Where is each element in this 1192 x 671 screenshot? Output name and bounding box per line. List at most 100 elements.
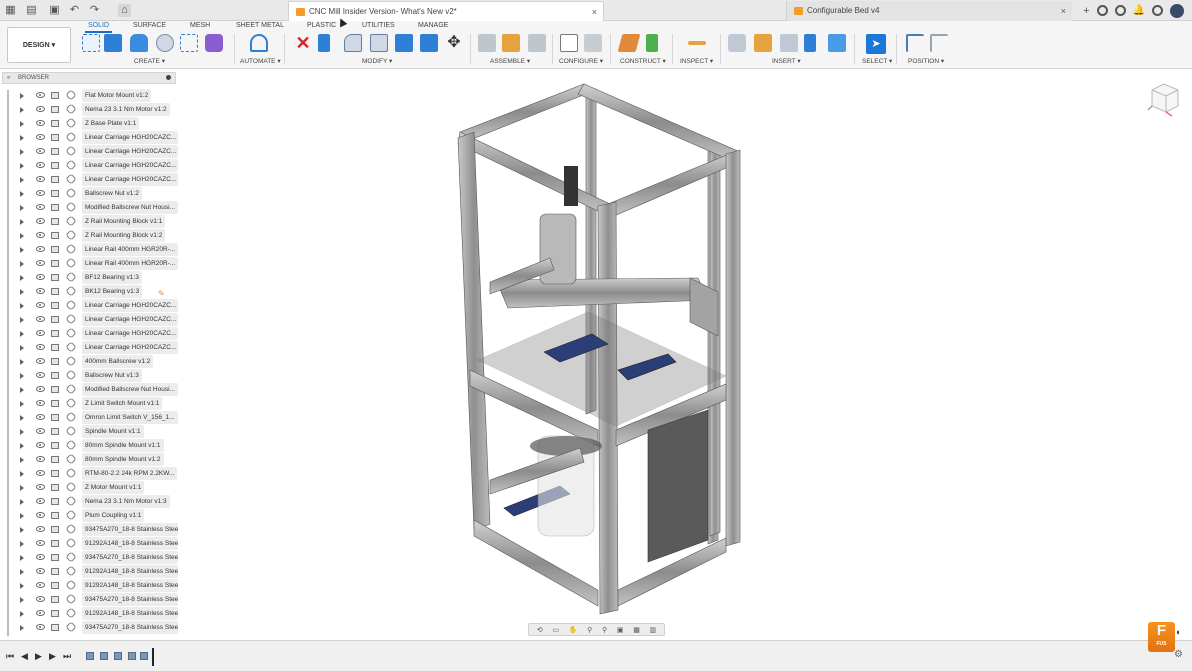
browser-item-label[interactable]: Omron Limit Switch V_156_1... [82, 411, 178, 424]
browser-item-label[interactable]: RTM-80-2.2 24k RPM 2.2KW... [82, 467, 178, 480]
expand-arrow-icon[interactable] [20, 107, 24, 113]
visibility-eye-icon[interactable] [36, 260, 45, 266]
browser-item[interactable]: Linear Carriage HGH20CAZC... [20, 159, 178, 172]
visibility-eye-icon[interactable] [36, 554, 45, 560]
browser-item[interactable]: Ballscrew Nut v1:2 [20, 187, 178, 200]
expand-arrow-icon[interactable] [20, 303, 24, 309]
visibility-eye-icon[interactable] [36, 386, 45, 392]
browser-item-label[interactable]: Spindle Mount v1:1 [82, 425, 144, 438]
browser-item[interactable]: Spindle Mount v1:1 [20, 425, 178, 438]
new-component-icon[interactable] [478, 34, 496, 52]
browser-item-label[interactable]: Linear Carriage HGH20CAZC... [82, 159, 178, 172]
canvas-viewport[interactable] [178, 70, 1192, 640]
extrude-icon[interactable] [104, 34, 122, 52]
visibility-eye-icon[interactable] [36, 92, 45, 98]
visibility-eye-icon[interactable] [36, 470, 45, 476]
tab-sheet-metal[interactable]: SHEET METAL [236, 22, 284, 29]
browser-item[interactable]: Linear Carriage HGH20CAZC... [20, 341, 178, 354]
browser-item-label[interactable]: Linear Carriage HGH20CAZC... [82, 341, 178, 354]
zoom-window-icon[interactable]: ⚲ [602, 626, 607, 634]
pan-icon[interactable]: ✋ [569, 626, 578, 634]
expand-arrow-icon[interactable] [20, 345, 24, 351]
browser-item-label[interactable]: 93475A270_18-8 Stainless Steel ... [82, 551, 178, 564]
timeline-feature[interactable] [140, 652, 148, 660]
visibility-eye-icon[interactable] [36, 498, 45, 504]
browser-item[interactable]: Nema 23 3.1 Nm Motor v1:3 [20, 495, 178, 508]
tab-solid[interactable]: SOLID [84, 22, 113, 33]
assemble-group-label[interactable]: ASSEMBLE ▾ [490, 57, 530, 65]
expand-arrow-icon[interactable] [20, 93, 24, 99]
expand-arrow-icon[interactable] [20, 569, 24, 575]
revolve-icon[interactable] [130, 34, 148, 52]
chamfer-icon[interactable] [370, 34, 388, 52]
visibility-eye-icon[interactable] [36, 484, 45, 490]
browser-item-label[interactable]: Z Rail Mounting Block v1:2 [82, 229, 166, 242]
timeline-marker[interactable] [152, 648, 154, 666]
browser-item-label[interactable]: Z Base Plate v1:1 [82, 117, 140, 130]
browser-item-label[interactable]: Modified Ballscrew Nut Housi... [82, 201, 178, 214]
visibility-eye-icon[interactable] [36, 316, 45, 322]
browser-item[interactable]: Linear Carriage HGH20CAZC... [20, 131, 178, 144]
visibility-eye-icon[interactable] [36, 218, 45, 224]
browser-item-label[interactable]: 91292A148_18-8 Stainless Steel S... [82, 565, 178, 578]
tab-plastic[interactable]: PLASTIC [307, 22, 336, 29]
timeline-feature[interactable] [114, 652, 122, 660]
browser-item[interactable]: 93475A270_18-8 Stainless Steel ... [20, 551, 178, 564]
visibility-eye-icon[interactable] [36, 372, 45, 378]
timeline-feature[interactable] [128, 652, 136, 660]
expand-arrow-icon[interactable] [20, 387, 24, 393]
insert-mcmaster-icon[interactable] [804, 34, 816, 52]
visibility-eye-icon[interactable] [36, 610, 45, 616]
insert-mesh-icon[interactable] [780, 34, 798, 52]
expand-arrow-icon[interactable] [20, 485, 24, 491]
position-group-label[interactable]: POSITION ▾ [908, 57, 944, 65]
visibility-eye-icon[interactable] [36, 540, 45, 546]
cnc-frame-model[interactable] [178, 70, 1192, 640]
browser-item[interactable]: 93475A270_18-8 Stainless Steel ... [20, 593, 178, 606]
expand-arrow-icon[interactable] [20, 527, 24, 533]
select-arrow-icon[interactable]: ➤ [866, 34, 886, 54]
fusion-badge[interactable]: F FUS [1148, 622, 1175, 652]
browser-item-label[interactable]: Linear Carriage HGH20CAZC... [82, 173, 178, 186]
orbit-icon[interactable]: ⟲ [537, 626, 543, 634]
automate-icon[interactable] [250, 34, 268, 52]
browser-item-label[interactable]: 91292A148_18-8 Stainless Steel S... [82, 607, 178, 620]
automate-group-label[interactable]: AUTOMATE ▾ [240, 57, 281, 65]
browser-item[interactable]: Z Rail Mounting Block v1:2 [20, 229, 178, 242]
combine-icon[interactable] [420, 34, 438, 52]
browser-item[interactable]: 91292A148_18-8 Stainless Steel S... [20, 537, 178, 550]
visibility-eye-icon[interactable] [36, 400, 45, 406]
extensions-icon[interactable] [1114, 5, 1126, 16]
undo-icon[interactable]: ↶ [68, 4, 81, 17]
browser-item[interactable]: Nema 23 3.1 Nm Motor v1:2 [20, 103, 178, 116]
home-icon[interactable]: ⌂ [118, 4, 131, 17]
browser-item[interactable]: 91292A148_18-8 Stainless Steel S... [20, 607, 178, 620]
timeline-feature[interactable] [100, 652, 108, 660]
insert-svg-icon[interactable] [754, 34, 772, 52]
expand-arrow-icon[interactable] [20, 191, 24, 197]
browser-item-label[interactable]: Flat Motor Mount v1:2 [82, 89, 152, 102]
document-tab-active[interactable]: CNC Mill Insider Version- What's New v2*… [288, 1, 604, 21]
visibility-eye-icon[interactable] [36, 512, 45, 518]
visibility-eye-icon[interactable] [36, 568, 45, 574]
play-icon[interactable]: ▶ [35, 651, 42, 662]
browser-item[interactable]: Z Rail Mounting Block v1:1 [20, 215, 178, 228]
visibility-eye-icon[interactable] [36, 274, 45, 280]
joint-icon[interactable] [502, 34, 520, 52]
visibility-eye-icon[interactable] [36, 288, 45, 294]
expand-arrow-icon[interactable] [20, 373, 24, 379]
close-tab-icon[interactable]: × [1061, 1, 1066, 21]
visibility-eye-icon[interactable] [36, 106, 45, 112]
form-icon[interactable] [205, 34, 223, 52]
browser-item-label[interactable]: Linear Rail 400mm HGR20R-... [82, 257, 178, 270]
visibility-eye-icon[interactable] [36, 176, 45, 182]
go-to-end-icon[interactable]: ⏭ [63, 651, 71, 662]
fillet-icon[interactable] [344, 34, 362, 52]
insert-canvas-icon[interactable] [828, 34, 846, 52]
look-at-icon[interactable]: ▭ [552, 626, 559, 634]
browser-item-label[interactable]: Modified Ballscrew Nut Housi... [82, 383, 178, 396]
browser-item-label[interactable]: 93475A270_18-8 Stainless Steel ... [82, 523, 178, 536]
app-grid-icon[interactable]: ▦ [4, 4, 17, 17]
configure-group-label[interactable]: CONFIGURE ▾ [559, 57, 603, 65]
expand-arrow-icon[interactable] [20, 555, 24, 561]
